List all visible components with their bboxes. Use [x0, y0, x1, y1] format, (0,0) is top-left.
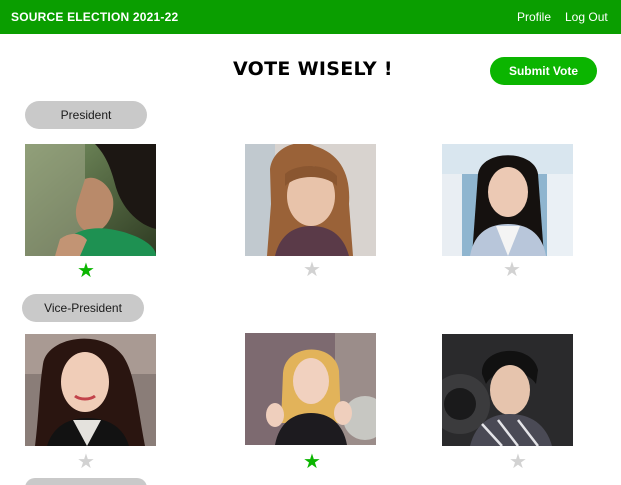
candidate-image — [25, 144, 156, 256]
star-filled-icon[interactable]: ★ — [302, 452, 322, 472]
star-filled-icon[interactable]: ★ — [76, 261, 96, 281]
star-outline-icon[interactable]: ★ — [76, 452, 96, 472]
candidate-image — [245, 144, 376, 256]
logout-link[interactable]: Log Out — [565, 10, 608, 24]
candidate-photo-vice-president-1[interactable] — [25, 334, 156, 446]
candidate-photo-president-3[interactable] — [442, 144, 573, 256]
candidate-image — [25, 334, 156, 446]
candidate-image — [245, 333, 376, 445]
candidate-photo-vice-president-3[interactable] — [442, 334, 573, 446]
position-third-label[interactable] — [25, 478, 147, 485]
position-vice-president-label[interactable]: Vice-President — [22, 294, 144, 322]
candidate-photo-president-2[interactable] — [245, 144, 376, 256]
app-title: SOURCE ELECTION 2021-22 — [11, 10, 179, 24]
candidate-photo-vice-president-2[interactable] — [245, 333, 376, 445]
star-outline-icon[interactable]: ★ — [502, 260, 522, 280]
position-president-label[interactable]: President — [25, 101, 147, 129]
star-outline-icon[interactable]: ★ — [508, 452, 528, 472]
candidate-image — [442, 334, 573, 446]
candidate-photo-president-1[interactable] — [25, 144, 156, 256]
top-navigation-bar: SOURCE ELECTION 2021-22 Profile Log Out — [0, 0, 621, 34]
profile-link[interactable]: Profile — [517, 10, 551, 24]
submit-vote-button[interactable]: Submit Vote — [490, 57, 597, 85]
star-outline-icon[interactable]: ★ — [302, 260, 322, 280]
page-title: VOTE WISELY ! — [233, 58, 393, 80]
candidate-image — [442, 144, 573, 256]
